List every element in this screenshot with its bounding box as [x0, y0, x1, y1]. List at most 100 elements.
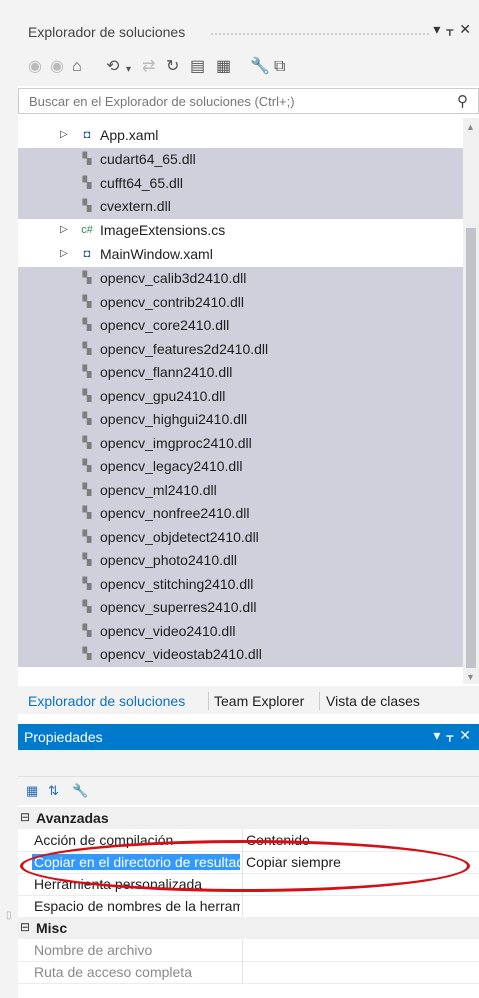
tree-item-label: opencv_features2d2410.dll	[100, 340, 269, 357]
close-icon[interactable]: ✕	[459, 21, 477, 37]
category-avanzadas[interactable]: ⊟ Avanzadas	[18, 807, 479, 829]
object-selector[interactable]	[18, 750, 479, 777]
dll-file-icon: ▚	[82, 460, 92, 472]
property-row[interactable]: Espacio de nombres de la herramienta per…	[18, 895, 479, 918]
column-divider	[242, 961, 243, 983]
property-row[interactable]: Ruta de acceso completa	[18, 961, 479, 984]
tree-item-dll[interactable]: ▚ opencv_superres2410.dll	[18, 596, 463, 620]
column-divider	[242, 939, 243, 961]
pin-icon[interactable]: ᚁ	[446, 727, 459, 743]
tree-item-label: MainWindow.xaml	[100, 246, 213, 262]
property-grid: ⊟ Avanzadas Acción de compilación Conten…	[18, 807, 479, 998]
property-row[interactable]: Nombre de archivo	[18, 939, 479, 962]
dropdown-icon[interactable]: ▾	[433, 21, 446, 37]
property-pages-icon[interactable]: 🔧	[72, 783, 88, 799]
tree-item-imageextensions-cs[interactable]: ▷ c# ImageExtensions.cs	[18, 219, 463, 243]
tab-class-view[interactable]: Vista de clases	[326, 693, 420, 709]
sync-icon[interactable]: ⟲	[106, 58, 119, 76]
tree-item-mainwindow-xaml[interactable]: ▷ ◘ MainWindow.xaml	[18, 243, 463, 267]
tree-item-dll[interactable]: ▚ opencv_photo2410.dll	[18, 549, 463, 573]
property-row-selected[interactable]: Copiar en el directorio de resultados Co…	[18, 851, 479, 874]
show-all-files-icon[interactable]: ▦	[216, 58, 231, 76]
property-value[interactable]: Copiar siempre	[246, 854, 341, 870]
tree-item-label: opencv_imgproc2410.dll	[100, 434, 252, 451]
close-icon[interactable]: ✕	[459, 727, 477, 743]
tree-item-dll[interactable]: ▚ opencv_flann2410.dll	[18, 361, 463, 385]
preview-icon[interactable]: ⧉	[274, 58, 285, 76]
tree-item-dll[interactable]: ▚ cvextern.dll	[18, 195, 463, 219]
scroll-thumb[interactable]	[466, 228, 476, 668]
dll-file-icon: ▚	[82, 483, 92, 496]
properties-icon[interactable]: 🔧	[250, 58, 270, 76]
tree-item-dll[interactable]: ▚ opencv_gpu2410.dll	[18, 384, 463, 408]
column-divider	[242, 873, 243, 895]
tree-item-label: opencv_flann2410.dll	[100, 364, 233, 380]
tree-item-dll[interactable]: ▚ opencv_contrib2410.dll	[18, 290, 463, 314]
tab-solution-explorer[interactable]: Explorador de soluciones	[28, 693, 185, 709]
dropdown-arrow-icon[interactable]: ▾	[126, 61, 131, 79]
tree-item-dll[interactable]: ▚ opencv_ml2410.dll	[18, 478, 463, 502]
dll-file-icon: ▚	[82, 554, 92, 566]
tree-item-dll[interactable]: ▚ opencv_imgproc2410.dll	[18, 431, 463, 455]
tree-item-label: opencv_objdetect2410.dll	[100, 528, 259, 545]
csharp-file-icon: c#	[81, 224, 93, 236]
column-divider	[242, 829, 243, 851]
tree-item-dll[interactable]: ▚ cufft64_65.dll	[18, 171, 463, 195]
tree-item-dll[interactable]: ▚ opencv_features2d2410.dll	[18, 337, 463, 361]
tree-item-dll[interactable]: ▚ opencv_objdetect2410.dll	[18, 525, 463, 549]
tree-item-dll[interactable]: ▚ opencv_calib3d2410.dll	[18, 267, 463, 291]
collapse-all-icon[interactable]: ▤	[190, 58, 205, 76]
home-icon[interactable]: ⌂	[72, 58, 82, 76]
tree-item-dll[interactable]: ▚ opencv_highgui2410.dll	[18, 408, 463, 432]
property-row[interactable]: Herramienta personalizada	[18, 873, 479, 896]
category-misc[interactable]: ⊟ Misc	[18, 917, 479, 939]
properties-title-buttons: ▾ᚁ✕	[433, 727, 477, 744]
dll-file-icon: ▚	[82, 530, 92, 543]
tool-window-tabs: Explorador de soluciones Team Explorer V…	[18, 686, 479, 714]
solution-explorer-toolbar: ◉ ◉ ⌂ ⟲ ▾ ⇄ ↻ ▤ ▦ 🔧 ⧉	[18, 50, 479, 86]
categorized-icon[interactable]: ▦	[26, 783, 38, 799]
sort-alpha-icon[interactable]: ⇅	[48, 783, 59, 799]
search-box[interactable]: Buscar en el Explorador de soluciones (C…	[18, 88, 479, 114]
expand-arrow-icon[interactable]: ▷	[60, 248, 68, 259]
tree-item-label: cufft64_65.dll	[100, 174, 184, 191]
tree-item-dll[interactable]: ▚ opencv_video2410.dll	[18, 619, 463, 643]
title-buttons: ▾ᚁ✕	[433, 21, 477, 38]
tab-team-explorer[interactable]: Team Explorer	[214, 693, 304, 709]
property-row[interactable]: Acción de compilación Contenido	[18, 829, 479, 852]
tree-scrollbar[interactable]: ▲ ▼	[463, 118, 479, 684]
tree-item-dll[interactable]: ▚ opencv_videostab2410.dll	[18, 643, 463, 667]
tree-item-dll[interactable]: ▚ opencv_nonfree2410.dll	[18, 502, 463, 526]
tree-item-app-xaml[interactable]: ▷ ◘ App.xaml	[18, 124, 463, 148]
tab-divider	[208, 692, 209, 710]
properties-toolbar: ▦ ⇅ 🔧	[18, 777, 479, 805]
scroll-up-icon[interactable]: ▲	[466, 122, 475, 132]
refresh-icon[interactable]: ↻	[166, 58, 179, 76]
tree-item-label: ImageExtensions.cs	[100, 222, 226, 238]
properties-title: Propiedades	[24, 729, 103, 745]
expand-arrow-icon[interactable]: ▷	[60, 129, 68, 140]
expand-arrow-icon[interactable]: ▷	[60, 224, 68, 235]
search-icon[interactable]: ⚲	[457, 92, 468, 110]
scroll-down-icon[interactable]: ▼	[466, 672, 475, 682]
collapse-icon[interactable]: ⊟	[20, 810, 30, 824]
tree-item-dll[interactable]: ▚ opencv_legacy2410.dll	[18, 455, 463, 479]
title-grip[interactable]	[210, 32, 430, 36]
dll-file-icon: ▚	[82, 272, 92, 284]
dll-file-icon: ▚	[82, 153, 92, 165]
forward-icon[interactable]: ◉	[50, 58, 64, 76]
category-name: Misc	[36, 920, 68, 936]
dll-file-icon: ▚	[82, 577, 92, 590]
tree-item-dll[interactable]: ▚ opencv_stitching2410.dll	[18, 572, 463, 596]
pending-changes-icon[interactable]: ⇄	[142, 58, 155, 76]
tree-item-dll[interactable]: ▚ cudart64_65.dll	[18, 148, 463, 172]
pin-icon[interactable]: ᚁ	[446, 21, 459, 37]
solution-explorer-title: Explorador de soluciones	[28, 24, 186, 40]
tree-item-dll[interactable]: ▚ opencv_core2410.dll	[18, 314, 463, 338]
property-value[interactable]: Contenido	[246, 832, 310, 848]
collapse-icon[interactable]: ⊟	[20, 920, 30, 934]
back-icon[interactable]: ◉	[28, 58, 42, 76]
dll-file-icon: ▚	[82, 342, 92, 355]
tree-item-label: opencv_stitching2410.dll	[100, 575, 254, 592]
dropdown-icon[interactable]: ▾	[433, 727, 446, 743]
